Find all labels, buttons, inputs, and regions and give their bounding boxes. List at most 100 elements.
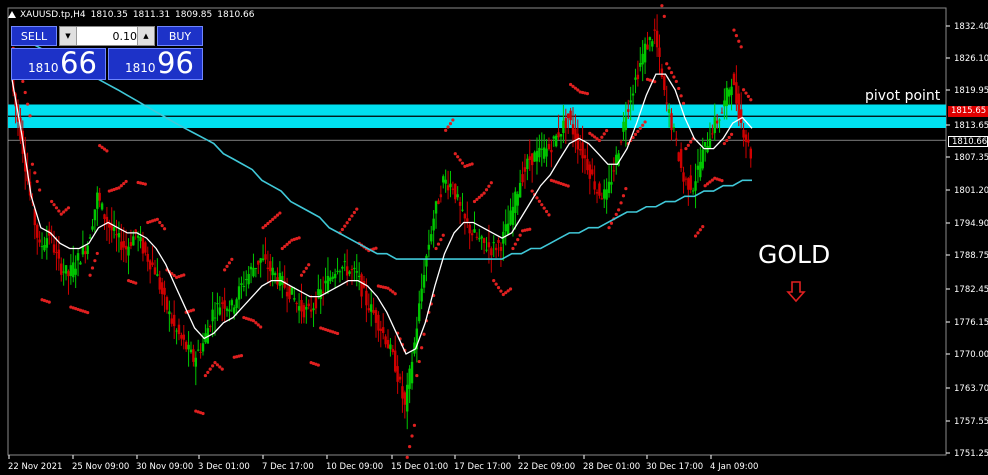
sar-dot	[203, 373, 208, 378]
sar-dot	[460, 161, 465, 165]
candle-body	[576, 133, 580, 150]
buy-quote[interactable]: 1810 96	[108, 46, 203, 80]
buy-button[interactable]: BUY	[157, 26, 203, 46]
sar-dot	[602, 132, 606, 136]
sar-dot	[119, 184, 123, 188]
candle-body	[641, 53, 644, 65]
candle-body	[153, 267, 157, 275]
pivot-zone	[8, 104, 946, 141]
candle-body	[127, 246, 130, 256]
sar-dot	[278, 211, 282, 215]
sar-dot	[420, 346, 424, 350]
sar-dot	[88, 273, 92, 277]
sar-dot	[285, 242, 289, 246]
ohlc-open: 1810.35	[90, 10, 128, 20]
sar-dot	[28, 114, 32, 118]
candle-body	[538, 147, 541, 158]
candle-body	[305, 306, 308, 310]
candle-body	[122, 240, 125, 248]
sar-dot	[280, 246, 284, 251]
sar-dot	[482, 191, 486, 195]
sar-dot	[220, 367, 224, 371]
candle-body	[718, 119, 721, 121]
candle-body	[694, 181, 697, 191]
candle-body	[514, 191, 517, 213]
candle-body	[45, 238, 49, 248]
candle-body	[665, 102, 668, 104]
lot-increase-button[interactable]: ▲	[137, 27, 154, 45]
candle-body	[360, 274, 363, 297]
candle-body	[430, 234, 433, 242]
candle-body	[396, 366, 399, 382]
sar-dot	[734, 34, 738, 38]
lot-size-input[interactable]	[77, 28, 139, 44]
candle-body	[456, 194, 459, 198]
sar-dot	[225, 264, 229, 268]
candle-body	[372, 310, 375, 314]
sar-dot	[446, 125, 450, 129]
candle-body	[249, 266, 253, 270]
one-click-trading-panel: SELL ▼ ▲ BUY 1810 66 1810 96	[11, 26, 203, 81]
sell-quote[interactable]: 1810 66	[11, 46, 106, 80]
sar-dot	[749, 98, 753, 102]
sar-dot	[422, 332, 426, 336]
sar-dot	[667, 66, 671, 70]
sar-dot	[508, 287, 513, 291]
candle-body	[410, 361, 414, 384]
sar-dot	[405, 455, 409, 459]
candle-body	[603, 189, 606, 199]
candle-body	[425, 255, 428, 267]
candle-body	[627, 109, 630, 112]
sar-dot	[155, 217, 159, 221]
candle-body	[98, 192, 101, 201]
sar-dot	[26, 102, 30, 106]
candle-body	[293, 298, 296, 300]
sar-dot	[684, 147, 688, 151]
sar-dot	[47, 300, 51, 304]
candle-body	[357, 275, 361, 277]
candle-body	[708, 138, 712, 149]
candle-body	[259, 258, 262, 263]
candle-body	[355, 271, 358, 273]
candle-body	[475, 236, 479, 238]
candle-body	[461, 209, 464, 211]
candle-body	[540, 148, 543, 150]
candle-body	[139, 236, 142, 242]
sar-dot	[287, 240, 292, 244]
candle-body	[521, 174, 524, 183]
sar-dot	[90, 266, 95, 270]
candle-body	[449, 183, 452, 188]
sar-dot	[299, 273, 304, 277]
sar-dot	[297, 236, 301, 240]
candle-body	[403, 392, 407, 405]
candle-body	[494, 247, 498, 251]
sar-dot	[266, 221, 270, 226]
buy-price-pips: 96	[157, 46, 194, 80]
candle-body	[591, 169, 594, 175]
candle-body	[619, 141, 623, 143]
candle-body	[331, 276, 334, 279]
sar-dot	[307, 263, 311, 267]
candle-body	[240, 283, 243, 286]
sar-dot	[669, 70, 674, 75]
sar-dot	[201, 411, 205, 416]
candle-body	[285, 291, 289, 297]
chart-title: XAUUSD.tp,H4 1810.35 1811.31 1809.85 1810.66	[20, 10, 259, 20]
sar-dot	[624, 187, 628, 191]
sar-dot	[674, 79, 678, 84]
candle-body	[213, 317, 217, 319]
candle-body	[233, 307, 236, 314]
sar-dot	[208, 367, 212, 371]
candle-body	[703, 141, 707, 147]
candle-body	[91, 226, 94, 230]
lot-decrease-button[interactable]: ▼	[60, 27, 77, 45]
sar-dot	[230, 257, 234, 261]
candle-body	[187, 344, 190, 350]
sar-dot	[689, 140, 693, 144]
sar-dot	[35, 179, 39, 184]
sar-dot	[218, 365, 222, 369]
candle-body	[103, 214, 106, 220]
sell-button[interactable]: SELL	[11, 26, 57, 46]
candle-body	[120, 241, 123, 250]
sar-dot	[698, 228, 702, 232]
